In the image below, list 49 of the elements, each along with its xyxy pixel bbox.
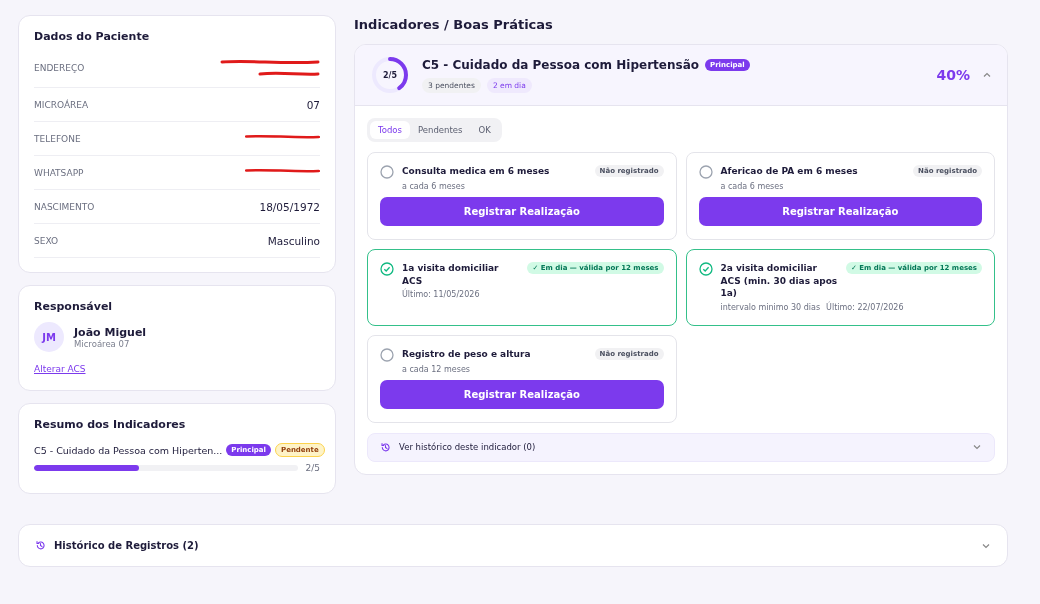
- filter-tab[interactable]: Pendentes: [410, 121, 471, 139]
- task-title: 2a visita domiciliar ACS (min. 30 dias apos 1a): [720, 262, 838, 300]
- percent-value: 40%: [936, 67, 970, 83]
- empty-circle-icon: [698, 165, 713, 179]
- history-icon: [380, 441, 391, 453]
- records-toggle[interactable]: Histórico de Registros (2): [18, 524, 1008, 567]
- indicator-title: C5 - Cuidado da Pessoa com Hipertensão: [422, 57, 699, 72]
- field-label: NASCIMENTO: [34, 201, 95, 212]
- field-value: 18/05/1972: [259, 200, 320, 213]
- empty-circle-icon: [380, 347, 394, 362]
- progress-count: 2/5: [305, 463, 320, 473]
- field-label: SEXO: [34, 235, 59, 246]
- filter-tab[interactable]: OK: [470, 121, 499, 139]
- history-icon: [35, 540, 46, 551]
- task-meta: a cada 6 meses: [720, 182, 784, 191]
- task-meta: a cada 6 meses: [402, 182, 465, 191]
- history-toggle[interactable]: Ver histórico deste indicador (0): [367, 432, 995, 462]
- check-circle-icon: [380, 262, 394, 276]
- avatar: JM: [34, 322, 64, 352]
- task-title: Consulta medica em 6 meses: [402, 165, 551, 178]
- filter-tab[interactable]: Todos: [370, 121, 410, 139]
- task-title: 1a visita domiciliar ACS: [402, 262, 500, 288]
- empty-circle-icon: [380, 165, 394, 179]
- register-button[interactable]: Registrar Realização: [380, 197, 664, 226]
- person-subtitle: Microárea 07: [74, 338, 131, 349]
- person-name: João Miguel: [74, 325, 147, 339]
- indicator-name: C5 - Cuidado da Pessoa com Hiperten...: [34, 444, 223, 456]
- field-label: WHATSAPP: [34, 167, 84, 178]
- change-acs-link[interactable]: Alterar ACS: [34, 364, 86, 374]
- field-value: Masculino: [267, 234, 320, 247]
- ring-label: 2/5: [382, 71, 398, 80]
- card-title: Responsável: [34, 300, 114, 313]
- task-meta: a cada 12 meses: [402, 364, 470, 374]
- field-value: 07: [306, 98, 320, 111]
- register-button[interactable]: Registrar Realização: [380, 379, 664, 409]
- task-title: Registro de peso e altura: [402, 347, 532, 361]
- field-label: TELEFONE: [34, 133, 81, 144]
- task-meta: Último: 11/05/2026: [402, 290, 480, 300]
- task-title: Afericao de PA em 6 meses: [720, 165, 859, 178]
- card-title: Dados do Paciente: [34, 30, 151, 43]
- chevron-icon: [982, 70, 992, 80]
- task-meta: intervalo minimo 30 dias: [720, 302, 821, 312]
- field-label: ENDEREÇO: [34, 63, 85, 73]
- card-title: Resumo dos Indicadores: [34, 418, 187, 431]
- register-button[interactable]: Registrar Realização: [698, 197, 982, 226]
- field-label: MICROÁREA: [34, 99, 89, 110]
- section-title: Indicadores / Boas Práticas: [354, 17, 554, 32]
- check-circle-icon: [698, 262, 713, 276]
- task-meta: Último: 22/07/2026: [826, 302, 904, 312]
